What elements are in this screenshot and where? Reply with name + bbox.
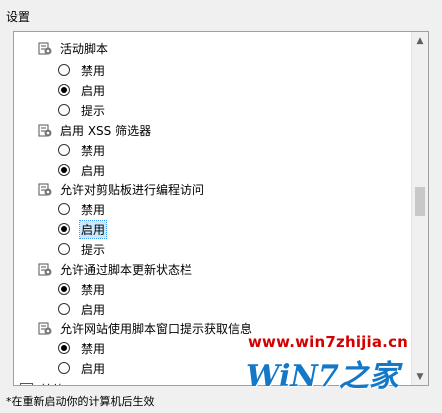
radio-active-scripting-enable[interactable]: 启用 — [58, 80, 106, 100]
group-title: 启用 XSS 筛选器 — [60, 123, 152, 138]
radio-button[interactable] — [58, 104, 70, 116]
watermark: www.win7zhijia.cn WiN7之家 — [176, 329, 442, 409]
radio-label: 提示 — [81, 242, 106, 257]
group-xss-filter: 启用 XSS 筛选器 — [37, 120, 152, 140]
radio-label: 禁用 — [81, 143, 106, 158]
radio-button[interactable] — [58, 64, 70, 76]
radio-button[interactable] — [58, 223, 70, 235]
radio-button[interactable] — [58, 362, 70, 374]
radio-active-scripting-disable[interactable]: 禁用 — [58, 60, 106, 80]
gear-icon — [38, 42, 52, 55]
radio-button[interactable] — [58, 283, 70, 295]
radio-button[interactable] — [58, 203, 70, 215]
radio-button[interactable] — [58, 144, 70, 156]
radio-script-window-disable[interactable]: 禁用 — [58, 338, 106, 358]
radio-label: 禁用 — [81, 202, 106, 217]
radio-clipboard-prompt[interactable]: 提示 — [58, 239, 106, 259]
radio-label: 禁用 — [81, 341, 106, 356]
group-title: 其他 — [39, 381, 65, 385]
group-active-scripting: 活动脚本 — [37, 38, 109, 58]
group-title: 允许通过脚本更新状态栏 — [60, 262, 193, 277]
group-title: 允许对剪贴板进行编程访问 — [60, 182, 205, 197]
expand-checkbox[interactable] — [20, 383, 33, 385]
watermark-url: www.win7zhijia.cn — [248, 333, 409, 351]
gear-icon — [38, 322, 52, 335]
radio-button[interactable] — [58, 84, 70, 96]
radio-status-bar-enable[interactable]: 启用 — [58, 299, 106, 319]
gear-icon — [38, 124, 52, 137]
radio-clipboard-disable[interactable]: 禁用 — [58, 199, 106, 219]
gear-icon — [38, 263, 52, 276]
radio-label: 禁用 — [81, 282, 106, 297]
watermark-logo: WiN7之家 — [246, 359, 399, 394]
radio-label: 启用 — [81, 361, 106, 376]
radio-label: 启用 — [81, 163, 106, 178]
radio-label-selected: 启用 — [78, 219, 108, 239]
restart-footnote: *在重新启动你的计算机后生效 — [6, 395, 155, 408]
arrow-up-icon[interactable]: ▲ — [412, 32, 428, 49]
group-clipboard-access: 允许对剪贴板进行编程访问 — [37, 179, 205, 199]
radio-button[interactable] — [58, 303, 70, 315]
radio-active-scripting-prompt[interactable]: 提示 — [58, 100, 106, 120]
radio-button[interactable] — [58, 243, 70, 255]
group-other[interactable]: 其他 — [20, 381, 65, 385]
radio-xss-enable[interactable]: 启用 — [58, 160, 106, 180]
radio-label: 启用 — [81, 302, 106, 317]
radio-xss-disable[interactable]: 禁用 — [58, 140, 106, 160]
gear-icon — [38, 183, 52, 196]
radio-clipboard-enable[interactable]: 启用 — [58, 219, 108, 239]
radio-status-bar-disable[interactable]: 禁用 — [58, 279, 106, 299]
group-status-bar-script: 允许通过脚本更新状态栏 — [37, 259, 193, 279]
radio-script-window-enable[interactable]: 启用 — [58, 358, 106, 378]
scroll-thumb[interactable] — [415, 187, 425, 216]
radio-button[interactable] — [58, 164, 70, 176]
radio-button[interactable] — [58, 342, 70, 354]
radio-label: 启用 — [81, 83, 106, 98]
group-title: 活动脚本 — [60, 41, 109, 56]
section-title: 设置 — [6, 10, 31, 24]
radio-label: 禁用 — [81, 63, 106, 78]
radio-label: 提示 — [81, 103, 106, 118]
settings-panel: 设置 活动脚本 禁用 启用 提示 启用 XSS 筛选器 禁用 启用 允许对剪贴板… — [0, 0, 442, 413]
